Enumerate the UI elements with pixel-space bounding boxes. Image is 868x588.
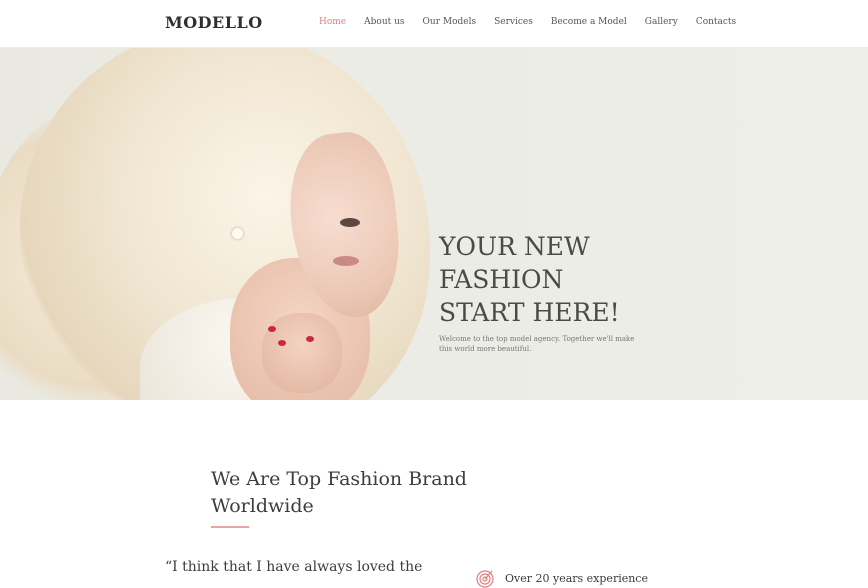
- nail: [278, 340, 286, 346]
- hand: [262, 313, 342, 393]
- pearl-earring: [232, 228, 243, 239]
- quote-text: “I think that I have always loved the: [165, 559, 423, 575]
- lips: [333, 256, 359, 266]
- hero-banner: YOUR NEW FASHION START HERE! Welcome to …: [0, 48, 868, 400]
- hero-title-line-2: FASHION: [439, 265, 564, 294]
- logo[interactable]: MODELLO: [165, 13, 263, 32]
- nav-item-gallery[interactable]: Gallery: [645, 17, 678, 27]
- hero-title: YOUR NEW FASHION START HERE!: [439, 230, 669, 329]
- hero-subtitle: Welcome to the top model agency. Togethe…: [439, 335, 635, 353]
- nail: [268, 326, 276, 332]
- hero-title-line-3: START HERE!: [439, 298, 620, 327]
- nav-item-become-a-model[interactable]: Become a Model: [551, 17, 627, 27]
- target-icon: [476, 570, 494, 588]
- nav-item-services[interactable]: Services: [494, 17, 533, 27]
- feature-text: Over 20 years experience: [505, 571, 648, 585]
- nail: [306, 336, 314, 342]
- nav-item-contacts[interactable]: Contacts: [696, 17, 736, 27]
- nav-item-our-models[interactable]: Our Models: [423, 17, 477, 27]
- section-title: We Are Top Fashion Brand Worldwide: [211, 468, 467, 517]
- nav-item-home[interactable]: Home: [319, 17, 346, 27]
- hero-title-line-1: YOUR NEW: [439, 232, 590, 261]
- site-header: MODELLO Home About us Our Models Service…: [0, 0, 868, 48]
- main-nav: Home About us Our Models Services Become…: [319, 17, 754, 27]
- title-underline: [211, 526, 249, 528]
- eye: [340, 218, 360, 227]
- nav-item-about-us[interactable]: About us: [364, 17, 404, 27]
- feature-item: Over 20 years experience: [475, 568, 648, 588]
